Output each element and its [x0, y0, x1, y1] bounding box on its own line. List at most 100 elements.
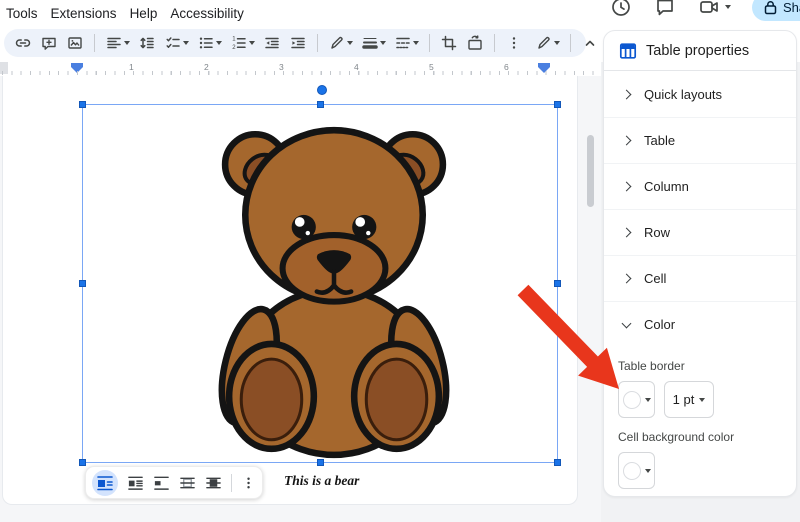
section-table[interactable]: Table [604, 117, 796, 163]
bulleted-list-icon[interactable] [195, 32, 224, 54]
hide-menus-chevron-up-icon[interactable] [579, 32, 601, 54]
section-color[interactable]: Color [604, 301, 796, 347]
table-border-color-picker[interactable] [618, 381, 655, 418]
image-wrap-toolbar [85, 466, 263, 499]
wrap-text-icon[interactable] [127, 474, 144, 492]
table-properties-panel: Table properties Quick layouts Table Col… [603, 30, 797, 497]
increase-indent-icon[interactable] [287, 32, 309, 54]
border-color-pen-icon[interactable] [326, 32, 355, 54]
ruler-mark: 6 [504, 62, 509, 72]
ruler-mark: 1 [129, 62, 134, 72]
share-button[interactable]: Share [752, 0, 800, 21]
toolbar-divider [317, 34, 318, 52]
behind-text-icon[interactable] [179, 474, 196, 492]
section-quick-layouts[interactable]: Quick layouts [604, 71, 796, 117]
meet-caret-icon[interactable] [725, 5, 731, 9]
table-icon [619, 42, 637, 59]
menu-extensions[interactable]: Extensions [51, 6, 117, 21]
cell-background-picker-caret-icon [644, 468, 651, 473]
bulleted-list-caret-icon [216, 41, 222, 45]
toolbar-divider [494, 34, 495, 52]
selection-handle-middle-right[interactable] [554, 280, 561, 287]
image-selection-box [82, 104, 558, 463]
break-text-icon[interactable] [153, 474, 170, 492]
share-button-label: Share [783, 0, 800, 15]
chevron-right-icon [621, 181, 632, 192]
section-row[interactable]: Row [604, 209, 796, 255]
menu-accessibility[interactable]: Accessibility [170, 6, 244, 21]
version-history-icon[interactable] [610, 0, 632, 18]
numbered-list-icon[interactable]: 12 [228, 32, 257, 54]
horizontal-ruler[interactable]: 1 2 3 4 5 6 [0, 62, 601, 76]
wrap-more-options-kebab-icon[interactable] [241, 474, 256, 492]
selection-handle-top-center[interactable] [317, 101, 324, 108]
ruler-mark: 4 [354, 62, 359, 72]
wrap-inline-icon[interactable] [92, 469, 118, 496]
chevron-right-icon [621, 227, 632, 238]
selection-handle-top-right[interactable] [554, 101, 561, 108]
cell-background-swatch [622, 461, 641, 480]
border-color-swatch [622, 390, 641, 409]
chevron-down-icon [621, 318, 632, 328]
chevron-right-icon [621, 135, 632, 146]
selection-handle-bottom-right[interactable] [554, 459, 561, 466]
meet-video-icon[interactable] [698, 0, 720, 18]
topbar-right-actions: Share [610, 0, 800, 23]
selection-handle-middle-left[interactable] [79, 280, 86, 287]
toolbar-divider [570, 34, 571, 52]
section-cell[interactable]: Cell [604, 255, 796, 301]
in-front-of-text-icon[interactable] [205, 474, 222, 492]
left-indent-marker[interactable] [71, 63, 83, 73]
selection-handle-top-left[interactable] [79, 101, 86, 108]
numbered-list-caret-icon [249, 41, 255, 45]
section-column[interactable]: Column [604, 163, 796, 209]
checklist-caret-icon [183, 41, 189, 45]
toolbar-divider [94, 34, 95, 52]
vertical-scrollbar[interactable] [587, 135, 594, 207]
more-options-kebab-icon[interactable] [503, 32, 525, 54]
panel-title: Table properties [646, 42, 750, 59]
wrap-toolbar-divider [230, 473, 232, 492]
checklist-icon[interactable] [162, 32, 191, 54]
insert-image-icon[interactable] [64, 32, 86, 54]
border-width-dropdown[interactable]: 1 pt [664, 381, 714, 418]
chevron-right-icon [621, 273, 632, 284]
ruler-mark: 5 [429, 62, 434, 72]
insert-link-icon[interactable] [12, 32, 34, 54]
main-toolbar: 12 [4, 29, 595, 57]
right-indent-marker[interactable] [538, 63, 550, 73]
crop-image-icon[interactable] [438, 32, 460, 54]
share-lock-icon [764, 1, 777, 15]
selection-handle-bottom-left[interactable] [79, 459, 86, 466]
editing-mode-pen-icon[interactable] [533, 32, 562, 54]
table-properties-header: Table properties [604, 31, 796, 71]
ruler-mark: 2 [204, 62, 209, 72]
chevron-right-icon [621, 89, 632, 99]
svg-text:2: 2 [232, 45, 236, 51]
menu-bar: Tools Extensions Help Accessibility [0, 0, 600, 26]
replace-image-icon[interactable] [464, 32, 486, 54]
rotation-handle[interactable] [317, 85, 327, 95]
menu-help[interactable]: Help [130, 6, 158, 21]
add-comment-icon[interactable] [38, 32, 60, 54]
toolbar-divider [429, 34, 430, 52]
ruler-mark: 3 [279, 62, 284, 72]
ruler-corner-box [0, 62, 8, 74]
table-border-label: Table border [618, 359, 685, 373]
border-dash-icon[interactable] [392, 32, 421, 54]
border-width-value: 1 pt [672, 392, 695, 407]
editing-mode-caret-icon [554, 41, 560, 45]
border-width-icon[interactable] [359, 32, 388, 54]
menu-tools[interactable]: Tools [6, 6, 38, 21]
document-caption-text[interactable]: This is a bear [284, 473, 359, 489]
line-spacing-icon[interactable] [136, 32, 158, 54]
align-caret-icon [124, 41, 130, 45]
border-dash-caret-icon [413, 41, 419, 45]
decrease-indent-icon[interactable] [261, 32, 283, 54]
selection-handle-bottom-center[interactable] [317, 459, 324, 466]
comments-icon[interactable] [654, 0, 676, 18]
border-color-picker-caret-icon [644, 397, 651, 402]
border-color-caret-icon [347, 41, 353, 45]
cell-background-color-picker[interactable] [618, 452, 655, 489]
align-icon[interactable] [103, 32, 132, 54]
